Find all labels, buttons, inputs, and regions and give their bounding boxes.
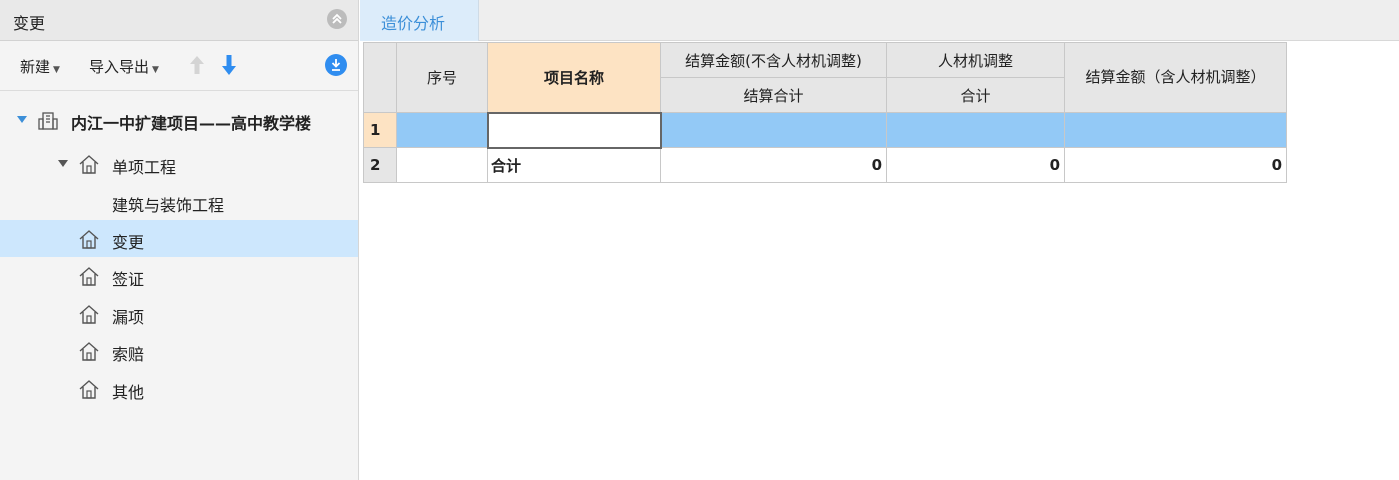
cell-adjust[interactable]: 0 [886, 147, 1065, 183]
tree-item-visa[interactable]: 签证 [0, 257, 358, 294]
tree-label-claim: 索赔 [112, 345, 145, 364]
app-window: 变更 新建 ▼ 导入导出 ▼ 内江一中扩建项目——高中教学楼 单项工程 建筑与装… [0, 0, 1399, 480]
left-panel: 变更 新建 ▼ 导入导出 ▼ 内江一中扩建项目——高中教学楼 单项工程 建筑与装… [0, 0, 359, 480]
cell-seq[interactable] [396, 112, 488, 148]
tree-item-root[interactable]: 内江一中扩建项目——高中教学楼 [0, 101, 358, 138]
column-header-settle-excl[interactable]: 结算金额(不含人材机调整) [660, 42, 887, 78]
cell-name-editor[interactable] [486, 111, 662, 149]
cell-seq[interactable] [396, 147, 488, 183]
table-row[interactable]: 1 [363, 111, 1287, 149]
tree-label-other: 其他 [112, 383, 145, 402]
house-icon [79, 380, 99, 399]
house-icon [79, 267, 99, 286]
move-up-icon[interactable] [189, 55, 205, 79]
expand-triangle-icon[interactable] [58, 160, 68, 168]
column-header-settle-excl-sub[interactable]: 结算合计 [660, 77, 887, 113]
tree-item-other[interactable]: 其他 [0, 370, 358, 407]
cost-analysis-table: 序号 项目名称 结算金额(不含人材机调整) 人材机调整 结算金额（含人材机调整）… [363, 42, 1287, 183]
cell-settle-excl[interactable] [660, 112, 887, 148]
chevron-down-icon: ▼ [53, 65, 60, 75]
tree-label-group: 单项工程 [112, 158, 177, 177]
cell-name[interactable]: 合计 [487, 147, 661, 183]
table-row[interactable]: 2 合计 0 0 0 [363, 147, 1287, 183]
house-icon [79, 305, 99, 324]
cell-settle-incl[interactable] [1064, 112, 1287, 148]
tree-label-visa: 签证 [112, 270, 145, 289]
column-header-seq[interactable]: 序号 [396, 42, 488, 113]
tree-label-omission: 漏项 [112, 308, 145, 327]
move-down-icon[interactable] [221, 54, 237, 80]
house-icon [79, 155, 99, 174]
left-toolbar: 新建 ▼ 导入导出 ▼ [0, 41, 358, 91]
column-header-settle-incl[interactable]: 结算金额（含人材机调整） [1064, 42, 1287, 113]
column-header-adjust-sub[interactable]: 合计 [886, 77, 1065, 113]
panel-title: 变更 [13, 14, 46, 33]
panel-header: 变更 [0, 0, 358, 41]
tree-item-omission[interactable]: 漏项 [0, 295, 358, 332]
house-icon [79, 342, 99, 361]
tree-label-building-decoration: 建筑与装饰工程 [112, 196, 225, 215]
download-icon[interactable] [325, 54, 347, 76]
tab-cost-analysis[interactable]: 造价分析 [360, 0, 479, 41]
import-export-button[interactable]: 导入导出 ▼ [89, 56, 159, 77]
column-header-adjust[interactable]: 人材机调整 [886, 42, 1065, 78]
house-icon [79, 230, 99, 249]
cell-adjust[interactable] [886, 112, 1065, 148]
tab-label: 造价分析 [381, 14, 446, 33]
row-number[interactable]: 2 [363, 147, 397, 183]
cell-settle-excl[interactable]: 0 [660, 147, 887, 183]
tab-bar: 造价分析 [360, 0, 1399, 41]
cell-settle-incl[interactable]: 0 [1064, 147, 1287, 183]
corner-cell [363, 42, 397, 113]
tree-label-change: 变更 [112, 233, 145, 252]
collapse-up-icon[interactable] [327, 9, 347, 29]
tree-item-change[interactable]: 变更 [0, 220, 358, 257]
column-header-name[interactable]: 项目名称 [487, 42, 661, 113]
chevron-down-icon: ▼ [152, 65, 159, 75]
row-number[interactable]: 1 [363, 112, 397, 148]
tree-item-claim[interactable]: 索赔 [0, 332, 358, 369]
tree-item-group[interactable]: 单项工程 [0, 145, 358, 182]
tree-label-root: 内江一中扩建项目——高中教学楼 [71, 114, 312, 133]
expand-triangle-icon[interactable] [17, 116, 27, 124]
new-button[interactable]: 新建 ▼ [20, 56, 60, 77]
tree-item-building-decoration[interactable]: 建筑与装饰工程 [0, 183, 358, 220]
building-icon [38, 112, 58, 130]
